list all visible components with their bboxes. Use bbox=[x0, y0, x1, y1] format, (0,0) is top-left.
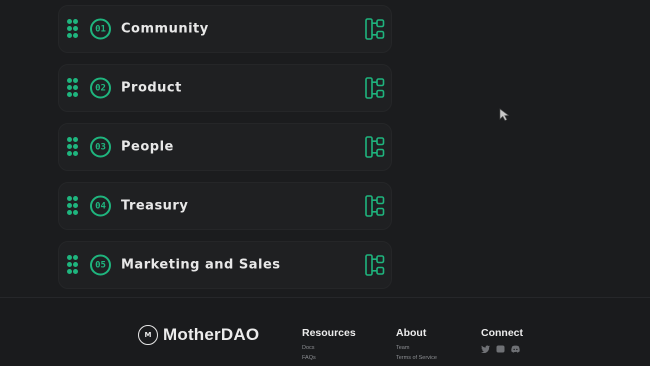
hierarchy-icon[interactable] bbox=[365, 136, 385, 158]
footer-link-team[interactable]: Team bbox=[396, 345, 437, 351]
item-number-badge: 02 bbox=[90, 77, 111, 99]
footer-connect-column: Connect bbox=[481, 327, 523, 353]
hierarchy-icon[interactable] bbox=[365, 254, 385, 276]
list-item-people[interactable]: 03 People bbox=[58, 123, 392, 171]
item-number-badge: 03 bbox=[90, 136, 111, 158]
item-label: Marketing and Sales bbox=[121, 257, 281, 273]
hierarchy-icon[interactable] bbox=[365, 18, 385, 40]
item-label: Product bbox=[121, 80, 182, 96]
github-icon[interactable] bbox=[496, 345, 505, 353]
list-item-marketing-and-sales[interactable]: 05 Marketing and Sales bbox=[58, 241, 392, 289]
item-number-badge: 04 bbox=[90, 195, 111, 217]
brand-logo-icon: M bbox=[138, 325, 158, 345]
item-label: Treasury bbox=[121, 198, 189, 214]
item-number-badge: 01 bbox=[90, 18, 111, 40]
item-number-badge: 05 bbox=[90, 254, 111, 276]
hierarchy-icon[interactable] bbox=[365, 77, 385, 99]
drag-handle-icon[interactable] bbox=[67, 255, 79, 275]
footer-about-heading: About bbox=[396, 327, 427, 339]
footer-connect-heading: Connect bbox=[481, 327, 523, 339]
hierarchy-icon[interactable] bbox=[365, 195, 385, 217]
list-item-product[interactable]: 02 Product bbox=[58, 64, 392, 112]
site-footer: M MotherDAO Resources Docs FAQs About Te… bbox=[0, 297, 650, 366]
brand[interactable]: M MotherDAO bbox=[138, 325, 259, 345]
footer-link-docs[interactable]: Docs bbox=[302, 345, 356, 351]
discord-icon[interactable] bbox=[511, 345, 520, 353]
footer-resources-heading: Resources bbox=[302, 327, 356, 339]
list-item-community[interactable]: 01 Community bbox=[58, 5, 392, 53]
list-item-treasury[interactable]: 04 Treasury bbox=[58, 182, 392, 230]
drag-handle-icon[interactable] bbox=[67, 19, 79, 39]
item-label: People bbox=[121, 139, 174, 155]
twitter-icon[interactable] bbox=[481, 345, 490, 353]
social-links bbox=[481, 345, 523, 353]
mouse-cursor-icon bbox=[499, 108, 510, 121]
footer-link-faqs[interactable]: FAQs bbox=[302, 355, 356, 361]
brand-name: MotherDAO bbox=[163, 325, 260, 344]
drag-handle-icon[interactable] bbox=[67, 137, 79, 157]
item-label: Community bbox=[121, 21, 209, 37]
footer-resources-column: Resources Docs FAQs bbox=[302, 327, 356, 361]
drag-handle-icon[interactable] bbox=[67, 196, 79, 216]
footer-about-column: About Team Terms of Service bbox=[396, 327, 437, 361]
footer-link-terms[interactable]: Terms of Service bbox=[396, 355, 437, 361]
drag-handle-icon[interactable] bbox=[67, 78, 79, 98]
